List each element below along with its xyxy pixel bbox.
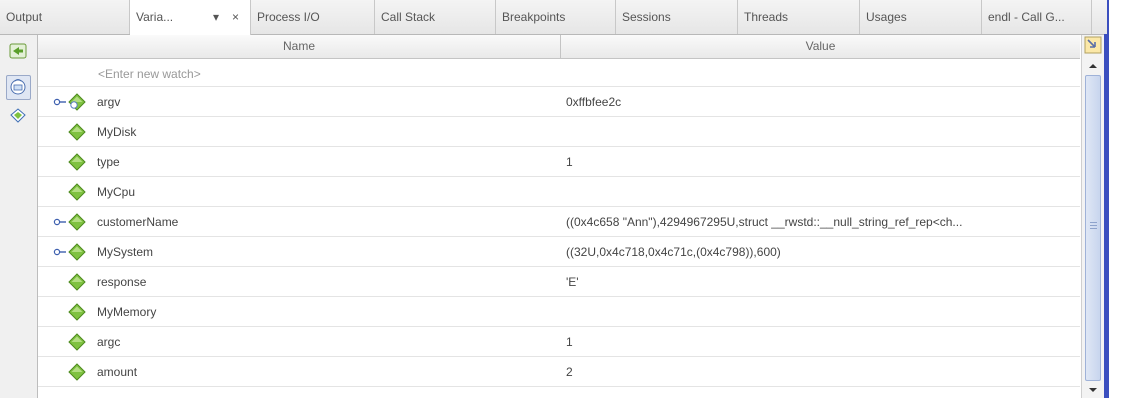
variable-value[interactable]: 2 bbox=[566, 357, 1076, 387]
variable-value[interactable]: ((0x4c658 "Ann"),4294967295U,struct __rw… bbox=[566, 207, 1076, 237]
tab-endl-call-graph[interactable]: endl - Call G... bbox=[982, 0, 1092, 34]
watches-toolbar bbox=[0, 35, 38, 398]
name-cell[interactable]: argv bbox=[38, 87, 560, 117]
name-cell[interactable]: response bbox=[38, 267, 560, 297]
expand-toggle-icon[interactable] bbox=[53, 215, 67, 229]
variable-icon bbox=[68, 363, 86, 381]
variable-icon bbox=[68, 333, 86, 351]
variable-value[interactable] bbox=[566, 177, 1076, 207]
tab-close-icon[interactable]: × bbox=[232, 0, 239, 34]
variable-name: amount bbox=[97, 365, 138, 379]
name-cell[interactable]: MySystem bbox=[38, 237, 560, 267]
variable-icon bbox=[68, 123, 86, 141]
column-options-button[interactable] bbox=[1084, 36, 1102, 54]
table-row[interactable]: customerName ((0x4c658 "Ann"),4294967295U… bbox=[38, 207, 1080, 237]
watches-table: <Enter new watch> argv 0xffbfee2c MyDisk ty… bbox=[38, 59, 1080, 387]
evaluate-expression-button[interactable] bbox=[6, 75, 31, 100]
variable-value[interactable]: 1 bbox=[566, 147, 1076, 177]
variable-name: type bbox=[97, 155, 120, 169]
variable-icon bbox=[68, 213, 86, 231]
outer-margin bbox=[1109, 0, 1126, 398]
variable-name: MyDisk bbox=[97, 125, 137, 139]
variable-value[interactable]: ((32U,0x4c718,0x4c71c,(0x4c798)),600) bbox=[566, 237, 1076, 267]
expand-toggle-icon[interactable] bbox=[53, 95, 67, 109]
variable-name: customerName bbox=[97, 215, 179, 229]
variable-name: argv bbox=[97, 95, 121, 109]
name-cell[interactable]: MyMemory bbox=[38, 297, 560, 327]
watch-bookmark-button[interactable] bbox=[6, 105, 31, 130]
watch-bookmark-icon bbox=[10, 108, 26, 123]
variable-icon bbox=[68, 273, 86, 291]
table-row[interactable]: MySystem ((32U,0x4c718,0x4c71c,(0x4c798))… bbox=[38, 237, 1080, 267]
chevron-down-icon bbox=[1089, 388, 1097, 392]
enter-new-watch-row[interactable]: <Enter new watch> bbox=[38, 59, 1080, 87]
variable-name: MySystem bbox=[97, 245, 154, 259]
variable-icon bbox=[68, 153, 86, 171]
thumb-grip bbox=[1090, 225, 1097, 226]
scroll-up-button[interactable] bbox=[1085, 59, 1101, 73]
pointer-variable-icon bbox=[68, 93, 86, 111]
table-header: Name Value bbox=[38, 35, 1080, 59]
variable-icon bbox=[68, 183, 86, 201]
table-row[interactable]: MyMemory bbox=[38, 297, 1080, 327]
debug-tab-bar: Output Varia... ▾ × Process I/O Call Sta… bbox=[0, 0, 1126, 35]
tab-variables-label: Varia... bbox=[136, 10, 174, 24]
new-watch-button[interactable] bbox=[6, 39, 31, 64]
evaluate-expression-icon bbox=[10, 79, 26, 95]
variable-name: MyCpu bbox=[97, 185, 136, 199]
tab-sessions[interactable]: Sessions bbox=[616, 0, 738, 34]
tab-threads[interactable]: Threads bbox=[738, 0, 860, 34]
variable-name: response bbox=[97, 275, 147, 289]
column-header-value[interactable]: Value bbox=[561, 35, 1080, 58]
table-row[interactable]: MyCpu bbox=[38, 177, 1080, 207]
scrollbar-thumb[interactable] bbox=[1085, 75, 1101, 381]
variable-icon bbox=[68, 243, 86, 261]
new-watch-icon bbox=[9, 43, 27, 59]
thumb-grip bbox=[1090, 228, 1097, 229]
scroll-down-button[interactable] bbox=[1085, 383, 1101, 397]
column-options-icon bbox=[1084, 36, 1102, 54]
variable-value[interactable]: 1 bbox=[566, 327, 1076, 357]
variable-value[interactable]: 0xffbfee2c bbox=[566, 87, 1076, 117]
vertical-scrollbar[interactable] bbox=[1081, 35, 1104, 398]
expand-toggle-icon[interactable] bbox=[53, 245, 67, 259]
table-row[interactable]: response 'E' bbox=[38, 267, 1080, 297]
tab-call-stack[interactable]: Call Stack bbox=[375, 0, 496, 34]
chevron-up-icon bbox=[1089, 64, 1097, 68]
name-cell[interactable]: customerName bbox=[38, 207, 560, 237]
name-cell[interactable]: amount bbox=[38, 357, 560, 387]
tab-process-io[interactable]: Process I/O bbox=[251, 0, 375, 34]
variable-icon bbox=[68, 303, 86, 321]
enter-new-watch-placeholder[interactable]: <Enter new watch> bbox=[98, 59, 201, 89]
tab-dropdown-icon[interactable]: ▾ bbox=[213, 0, 219, 34]
variable-value[interactable]: 'E' bbox=[566, 267, 1076, 297]
thumb-grip bbox=[1090, 222, 1097, 223]
table-row[interactable]: MyDisk bbox=[38, 117, 1080, 147]
name-cell[interactable]: MyDisk bbox=[38, 117, 560, 147]
name-cell[interactable]: MyCpu bbox=[38, 177, 560, 207]
tab-usages[interactable]: Usages bbox=[860, 0, 982, 34]
table-row[interactable]: amount 2 bbox=[38, 357, 1080, 387]
variable-name: argc bbox=[97, 335, 121, 349]
table-row[interactable]: argv 0xffbfee2c bbox=[38, 87, 1080, 117]
name-cell[interactable]: type bbox=[38, 147, 560, 177]
table-row[interactable]: argc 1 bbox=[38, 327, 1080, 357]
table-row[interactable]: type 1 bbox=[38, 147, 1080, 177]
variable-name: MyMemory bbox=[97, 305, 157, 319]
variable-value[interactable] bbox=[566, 117, 1076, 147]
tab-output[interactable]: Output bbox=[0, 0, 130, 34]
tab-breakpoints[interactable]: Breakpoints bbox=[496, 0, 616, 34]
name-cell[interactable]: argc bbox=[38, 327, 560, 357]
variable-value[interactable] bbox=[566, 297, 1076, 327]
column-header-name[interactable]: Name bbox=[38, 35, 561, 58]
